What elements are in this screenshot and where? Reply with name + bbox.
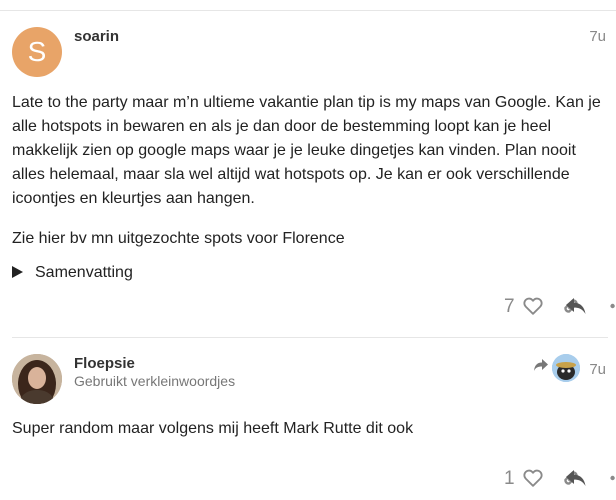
reply-icon[interactable] (564, 295, 588, 322)
user-title: Gebruikt verkleinwoordjes (74, 373, 236, 389)
post-date[interactable]: 7u (589, 28, 606, 45)
like-count[interactable]: 1 (504, 468, 515, 490)
reply-to-avatar[interactable] (552, 354, 580, 382)
paragraph: Zie hier bv mn uitgezochte spots voor Fl… (12, 230, 345, 247)
post-body: Super random maar volgens mij heeft Mark… (12, 417, 608, 441)
disclosure-triangle-icon (12, 266, 23, 278)
post-divider (12, 337, 608, 338)
heart-icon[interactable] (522, 467, 544, 494)
post-date[interactable]: 7u (589, 361, 606, 378)
avatar[interactable] (12, 354, 62, 404)
reply-arrow-icon[interactable] (533, 358, 549, 377)
heart-icon[interactable] (522, 295, 544, 322)
username[interactable]: Floepsie (74, 355, 135, 372)
post-body: Late to the party maar m’n ultieme vakan… (12, 91, 608, 267)
ellipsis-icon[interactable] (608, 467, 616, 494)
paragraph: Late to the party maar m’n ultieme vakan… (12, 94, 601, 207)
like-count[interactable]: 7 (504, 296, 515, 318)
reply-icon[interactable] (564, 467, 588, 494)
details-summary-label: Samenvatting (35, 264, 133, 281)
avatar[interactable]: S (12, 27, 62, 77)
details-summary-toggle[interactable]: Samenvatting (12, 264, 133, 282)
ellipsis-icon[interactable] (608, 295, 616, 322)
top-divider (0, 10, 616, 11)
paragraph: Super random maar volgens mij heeft Mark… (12, 420, 414, 437)
username[interactable]: soarin (74, 28, 119, 45)
